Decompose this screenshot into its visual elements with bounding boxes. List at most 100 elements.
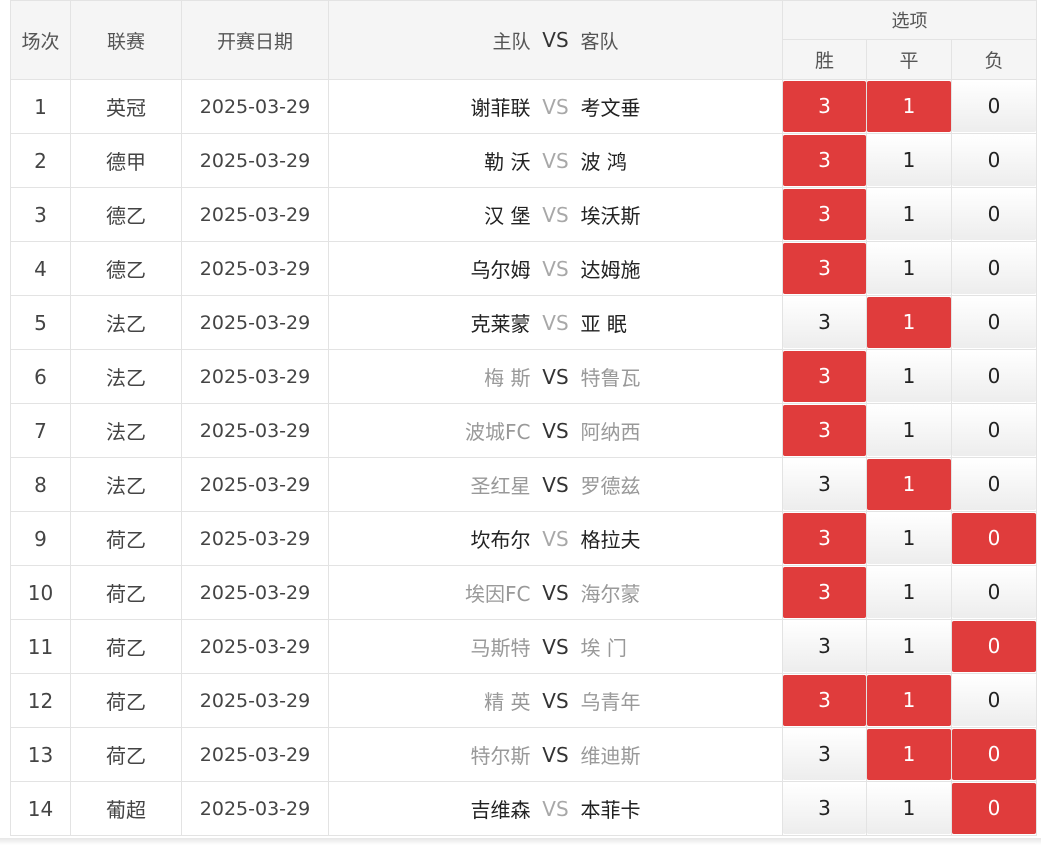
draw-option-cell: 1 [866,511,952,566]
vs-label: VS [542,688,569,713]
lose-option-cell: 0 [950,133,1038,188]
vs-label: VS [542,202,569,227]
win-option-button[interactable]: 3 [783,459,866,510]
vs-label: VS [542,94,569,119]
draw-option-button[interactable]: 1 [867,567,951,618]
vs-label: VS [542,472,569,497]
match-teams: 波城FC VS 阿纳西 [330,416,782,445]
win-option-button[interactable]: 3 [783,621,866,672]
lose-option-button[interactable]: 0 [952,405,1036,456]
lose-option-button[interactable]: 0 [952,81,1036,132]
match-cell: 吉维森 VS 本菲卡 [328,781,783,836]
round-number: 14 [10,781,71,836]
home-team: 埃因FC [465,582,531,606]
draw-option-cell: 1 [866,565,952,620]
table-row: 8 法乙 2025-03-29 圣红星 VS 罗德兹 3 1 0 [10,457,1038,512]
match-date: 2025-03-29 [181,295,329,350]
draw-option-button[interactable]: 1 [867,81,951,132]
lose-option-cell: 0 [950,565,1038,620]
win-option-button[interactable]: 3 [783,135,866,186]
win-option-cell: 3 [782,241,867,296]
league-name: 英冠 [70,79,182,134]
lose-option-button[interactable]: 0 [952,135,1036,186]
lose-option-cell: 0 [950,457,1038,512]
table-row: 14 葡超 2025-03-29 吉维森 VS 本菲卡 3 1 0 [10,781,1038,836]
round-number: 6 [10,349,71,404]
draw-option-button[interactable]: 1 [867,189,951,240]
draw-option-cell: 1 [866,619,952,674]
win-option-button[interactable]: 3 [783,675,866,726]
match-cell: 乌尔姆 VS 达姆施 [328,241,783,296]
league-name: 德甲 [70,133,182,188]
lose-option-button[interactable]: 0 [952,513,1036,564]
lose-option-button[interactable]: 0 [952,189,1036,240]
win-option-button[interactable]: 3 [783,729,866,780]
lose-option-cell: 0 [950,79,1038,134]
home-team: 乌尔姆 [470,258,531,282]
lose-option-cell: 0 [950,727,1038,782]
header-home: 主队 [492,30,531,53]
draw-option-button[interactable]: 1 [867,675,951,726]
draw-option-button[interactable]: 1 [867,783,951,834]
home-team: 勒 沃 [484,150,531,174]
lose-option-button[interactable]: 0 [952,729,1036,780]
draw-option-button[interactable]: 1 [867,729,951,780]
win-option-cell: 3 [782,511,867,566]
match-teams: 谢菲联 VS 考文垂 [330,92,782,121]
draw-option-button[interactable]: 1 [867,513,951,564]
lose-option-button[interactable]: 0 [952,243,1036,294]
win-option-button[interactable]: 3 [783,81,866,132]
draw-option-cell: 1 [866,187,952,242]
table-row: 9 荷乙 2025-03-29 坎布尔 VS 格拉夫 3 1 0 [10,511,1038,566]
draw-option-button[interactable]: 1 [867,621,951,672]
win-option-cell: 3 [782,403,867,458]
away-team: 海尔蒙 [580,582,641,606]
win-option-button[interactable]: 3 [783,783,866,834]
lose-option-cell: 0 [950,349,1038,404]
draw-option-button[interactable]: 1 [867,243,951,294]
draw-option-button[interactable]: 1 [867,135,951,186]
lose-option-button[interactable]: 0 [952,675,1036,726]
header-options: 选项 [781,0,1038,40]
draw-option-button[interactable]: 1 [867,351,951,402]
table-row: 11 荷乙 2025-03-29 马斯特 VS 埃 门 310 [10,619,1038,674]
league-name: 法乙 [70,403,182,458]
lose-option-button[interactable]: 0 [952,783,1036,834]
lose-option-button[interactable]: 0 [952,621,1036,672]
draw-option-button[interactable]: 1 [867,459,951,510]
table-row: 13 荷乙 2025-03-29 特尔斯 VS 维迪斯 3 1 0 [10,727,1038,782]
draw-option-button[interactable]: 1 [867,297,951,348]
vs-label: VS [542,526,569,551]
round-number: 5 [10,295,71,350]
draw-option-cell: 1 [866,133,952,188]
away-team: 亚 眠 [580,312,627,336]
match-teams: 汉 堡 VS 埃沃斯 [330,200,782,229]
win-option-button[interactable]: 3 [783,513,866,564]
draw-option-cell: 1 [866,349,952,404]
away-team: 本菲卡 [580,798,641,822]
win-option-button[interactable]: 3 [783,405,866,456]
draw-option-cell: 1 [866,457,952,512]
win-option-button[interactable]: 3 [783,351,866,402]
lose-option-button[interactable]: 0 [952,459,1036,510]
vs-label: VS [542,742,569,767]
vs-label: VS [542,256,569,281]
draw-option-button[interactable]: 1 [867,405,951,456]
vs-label: VS [542,418,569,443]
match-date: 2025-03-29 [181,673,329,728]
round-number: 8 [10,457,71,512]
lose-option-cell: 0 [950,403,1038,458]
win-option-cell: 3 [782,187,867,242]
header-league: 联赛 [70,0,182,80]
win-option-button[interactable]: 3 [783,243,866,294]
lose-option-button[interactable]: 0 [952,567,1036,618]
match-teams: 圣红星 VS 罗德兹 [330,470,782,499]
away-team: 考文垂 [580,96,641,120]
lose-option-button[interactable]: 0 [952,351,1036,402]
win-option-button[interactable]: 3 [783,189,866,240]
win-option-button[interactable]: 3 [783,297,866,348]
win-option-cell: 3 [782,457,867,512]
lose-option-button[interactable]: 0 [952,297,1036,348]
win-option-button[interactable]: 3 [783,567,866,618]
win-option-cell: 3 [782,619,867,674]
